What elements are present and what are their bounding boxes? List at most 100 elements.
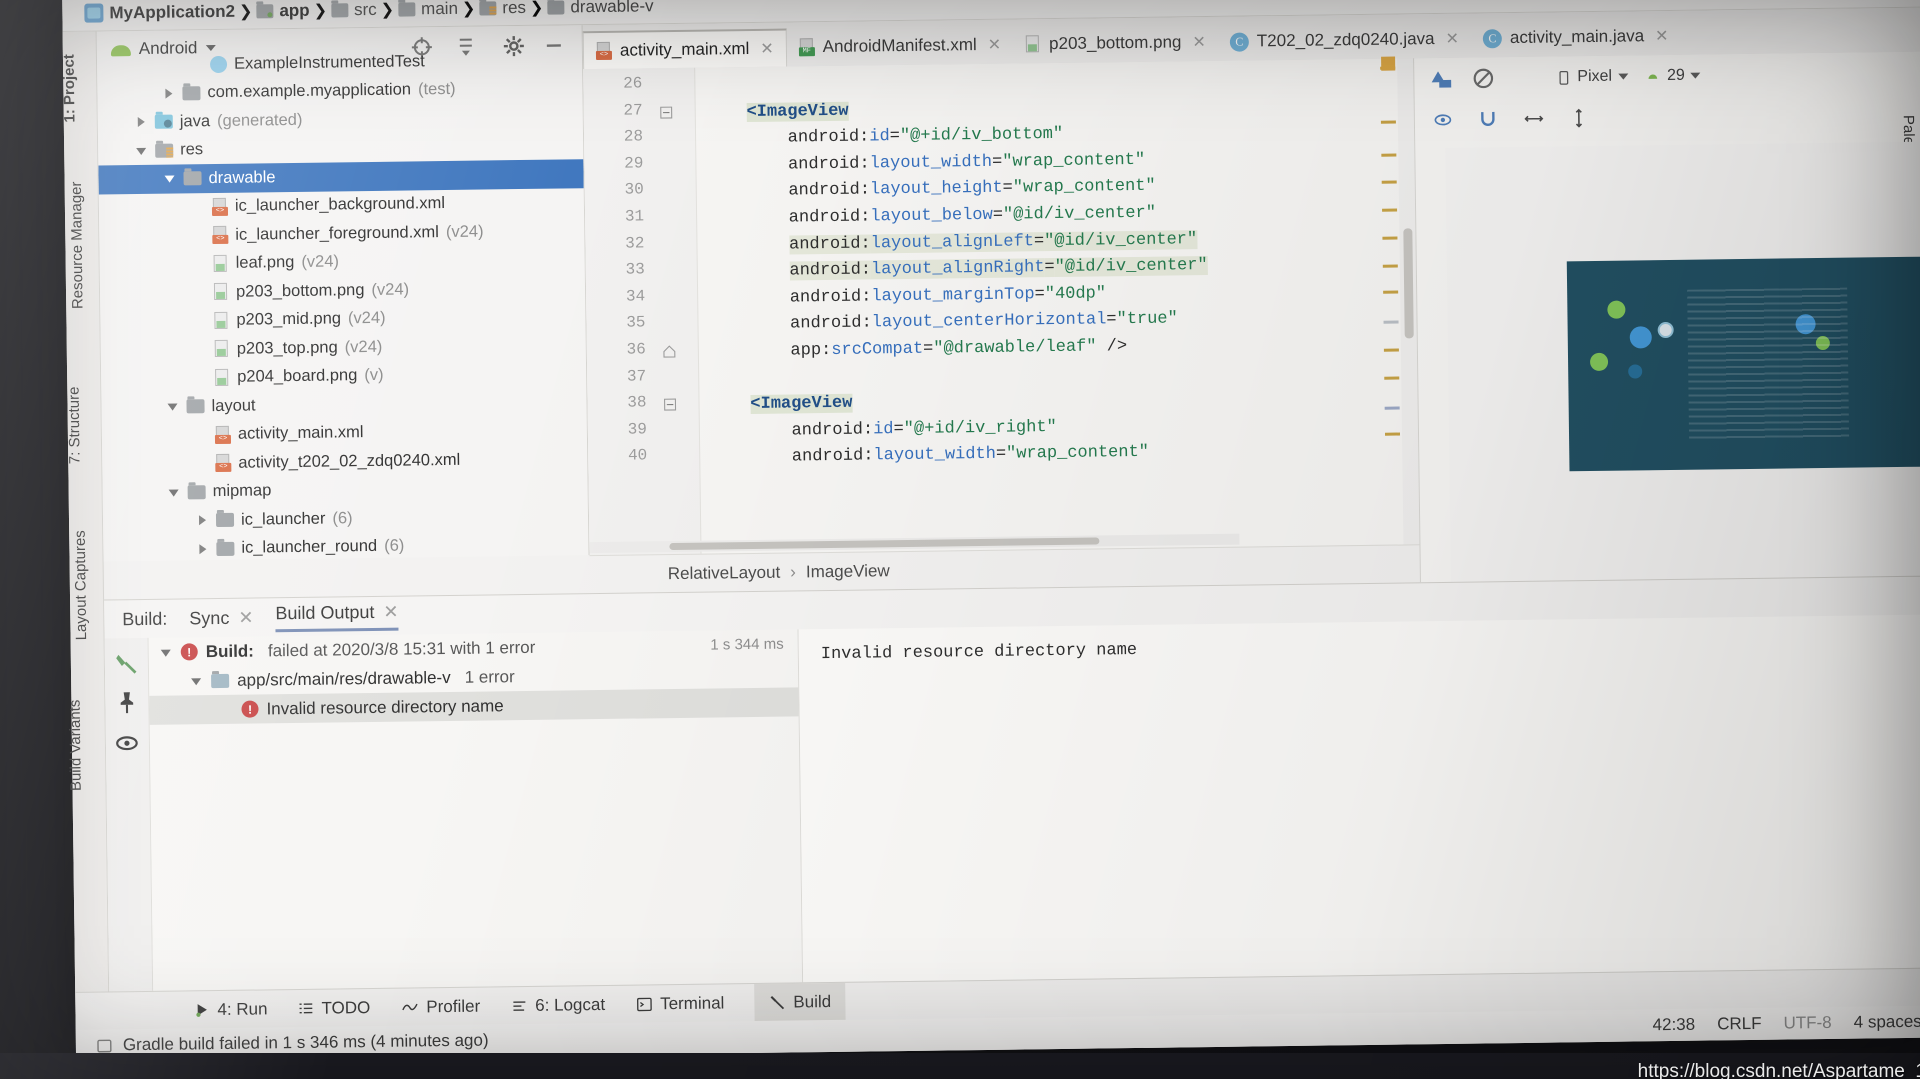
error-stripe-marker[interactable] xyxy=(1381,153,1397,157)
error-stripe-marker[interactable] xyxy=(1384,406,1400,410)
bottom-item-todo[interactable]: TODO xyxy=(297,998,370,1019)
fold-collapse-icon[interactable] xyxy=(663,345,676,358)
build-node-detail: 1 error xyxy=(464,666,515,687)
chevron-right-icon[interactable] xyxy=(163,87,175,99)
sidebar-item-resource-manager[interactable]: Resource Manager xyxy=(68,181,87,309)
code-token: = xyxy=(889,127,901,147)
close-icon[interactable]: ✕ xyxy=(1445,29,1459,49)
bottom-item-profiler[interactable]: Profiler xyxy=(400,996,480,1017)
horizontal-arrows-icon[interactable] xyxy=(1521,109,1547,129)
close-icon[interactable]: ✕ xyxy=(1655,26,1669,46)
tree-node-suffix: (v24) xyxy=(371,280,410,299)
line-separator[interactable]: CRLF xyxy=(1717,1014,1762,1035)
error-stripe-marker[interactable] xyxy=(1383,290,1399,294)
design-mode-icon[interactable] xyxy=(1428,66,1454,92)
tab-android-manifest[interactable]: MF AndroidManifest.xml ✕ xyxy=(786,26,1013,67)
sidebar-item-layout-captures[interactable]: Layout Captures xyxy=(72,530,90,640)
device-preview[interactable] xyxy=(1566,256,1920,472)
fold-expand-icon[interactable] xyxy=(660,106,673,119)
chevron-down-icon[interactable] xyxy=(164,173,176,185)
chevron-down-icon[interactable] xyxy=(161,646,173,658)
sidebar-item-project[interactable]: 1: Project xyxy=(61,54,79,123)
editor-code[interactable]: <ImageView android:id="@+id/iv_bottom" a… xyxy=(695,58,1419,553)
bottom-item-label: Terminal xyxy=(659,992,725,1013)
line-number: 38 xyxy=(627,393,647,412)
chevron-right-icon[interactable] xyxy=(136,116,148,128)
close-icon[interactable]: ✕ xyxy=(238,607,253,628)
error-stripe-marker[interactable] xyxy=(1383,320,1399,324)
device-preview-selector[interactable]: Pixel xyxy=(1556,68,1629,87)
chevron-down-icon[interactable] xyxy=(169,486,181,498)
event-log-icon[interactable] xyxy=(96,1037,113,1054)
code-line[interactable]: <ImageView xyxy=(706,98,849,126)
tree-node[interactable]: ic_launcher_round (6) xyxy=(103,530,588,562)
fold-expand-icon[interactable] xyxy=(663,398,677,411)
breadcrumb-imageview[interactable]: ImageView xyxy=(806,561,890,582)
breadcrumb-relativelayout[interactable]: RelativeLayout xyxy=(668,562,781,583)
close-icon[interactable]: ✕ xyxy=(383,601,398,622)
tab-activity-main-java[interactable]: C activity_main.java ✕ xyxy=(1471,17,1681,58)
chevron-right-icon[interactable] xyxy=(197,543,209,555)
code-line[interactable]: app:srcCompat="@drawable/leaf" /> xyxy=(709,334,1128,366)
blueprint-mode-icon[interactable] xyxy=(1470,65,1496,91)
chevron-right-icon[interactable] xyxy=(197,514,209,526)
build-output-tree[interactable]: ! Build: failed at 2020/3/8 15:31 with 1 e… xyxy=(148,629,804,991)
code-editor[interactable]: 26 27 28 29 30 31 32 33 34 35 36 37 38 39 40 <ImageVie… xyxy=(583,56,1420,556)
bottom-item-run[interactable]: 4: Run xyxy=(193,998,268,1020)
bottom-item-terminal[interactable]: Terminal xyxy=(635,993,725,1014)
folder-icon xyxy=(182,85,201,101)
bottom-item-logcat[interactable]: 6: Logcat xyxy=(510,994,605,1015)
editor-gutter[interactable]: 26 27 28 29 30 31 32 33 34 35 36 37 38 39 40 xyxy=(583,67,702,556)
breadcrumb-item-res[interactable]: res xyxy=(479,0,526,18)
error-stripe-marker[interactable] xyxy=(1382,208,1398,212)
tab-sync[interactable]: Sync ✕ xyxy=(189,607,253,629)
breadcrumb-item-main[interactable]: main xyxy=(398,0,458,19)
chevron-down-icon[interactable] xyxy=(167,401,179,413)
scrollbar-thumb[interactable] xyxy=(1403,228,1414,339)
close-icon[interactable]: ✕ xyxy=(988,35,1002,55)
error-stripe-marker[interactable] xyxy=(1381,180,1397,184)
tree-node-label: java xyxy=(179,111,211,131)
sidebar-item-structure[interactable]: 7: Structure xyxy=(66,386,84,464)
tab-p203-bottom-png[interactable]: p203_bottom.png ✕ xyxy=(1013,23,1218,64)
caret-position[interactable]: 42:38 xyxy=(1652,1015,1695,1036)
error-stripe-marker[interactable] xyxy=(1383,348,1399,352)
tab-build-output[interactable]: Build Output ✕ xyxy=(275,601,399,632)
magnet-icon[interactable] xyxy=(1477,108,1499,130)
chevron-down-icon[interactable] xyxy=(136,145,148,157)
error-stripe-marker[interactable] xyxy=(1380,120,1396,124)
eye-icon[interactable] xyxy=(1431,110,1455,130)
indent-setting[interactable]: 4 spaces xyxy=(1854,1012,1920,1033)
code-token: <ImageView xyxy=(750,393,853,415)
tab-activity-main-xml[interactable]: <> activity_main.xml ✕ xyxy=(582,28,787,70)
breadcrumb-item-app[interactable]: app xyxy=(256,0,310,21)
bottom-item-label: 4: Run xyxy=(217,998,268,1019)
tree-node-label: ic_launcher_foreground.xml xyxy=(235,222,440,244)
encoding[interactable]: UTF-8 xyxy=(1783,1013,1831,1034)
tab-t202-02-zdq0240-java[interactable]: C T202_02_zdq0240.java ✕ xyxy=(1218,20,1472,61)
error-stripe-marker[interactable] xyxy=(1382,264,1398,268)
breadcrumb-item-src[interactable]: src xyxy=(330,0,377,20)
code-line[interactable]: android:layout_width="wrap_content" xyxy=(710,440,1149,472)
api-level-selector[interactable]: 29 xyxy=(1644,67,1701,86)
close-icon[interactable]: ✕ xyxy=(1192,32,1206,52)
error-stripe-marker[interactable] xyxy=(1384,376,1400,380)
design-canvas[interactable] xyxy=(1445,141,1920,582)
code-line[interactable]: android:layout_alignRight="@id/iv_center… xyxy=(708,253,1208,286)
error-stripe-marker[interactable] xyxy=(1384,432,1401,436)
eye-icon[interactable] xyxy=(114,730,140,756)
breadcrumb-item-drawable[interactable]: drawable-v xyxy=(547,0,654,17)
bottom-item-build[interactable]: Build xyxy=(754,982,846,1022)
close-icon[interactable]: ✕ xyxy=(760,39,774,59)
inspection-status-icon[interactable] xyxy=(1381,56,1396,71)
pin-icon[interactable] xyxy=(114,690,139,715)
restart-build-icon[interactable] xyxy=(113,650,140,677)
code-line[interactable]: <ImageView xyxy=(709,391,853,419)
vertical-arrows-icon[interactable] xyxy=(1569,106,1589,130)
project-tree[interactable]: ExampleInstrumentedTest com.example.myapp… xyxy=(97,52,588,562)
chevron-down-icon[interactable] xyxy=(191,675,203,687)
breadcrumb-item-project[interactable]: MyApplication2 xyxy=(84,1,235,23)
error-stripe-marker[interactable] xyxy=(1382,236,1398,240)
sidebar-item-build-variants[interactable]: Build Variants xyxy=(67,700,85,792)
